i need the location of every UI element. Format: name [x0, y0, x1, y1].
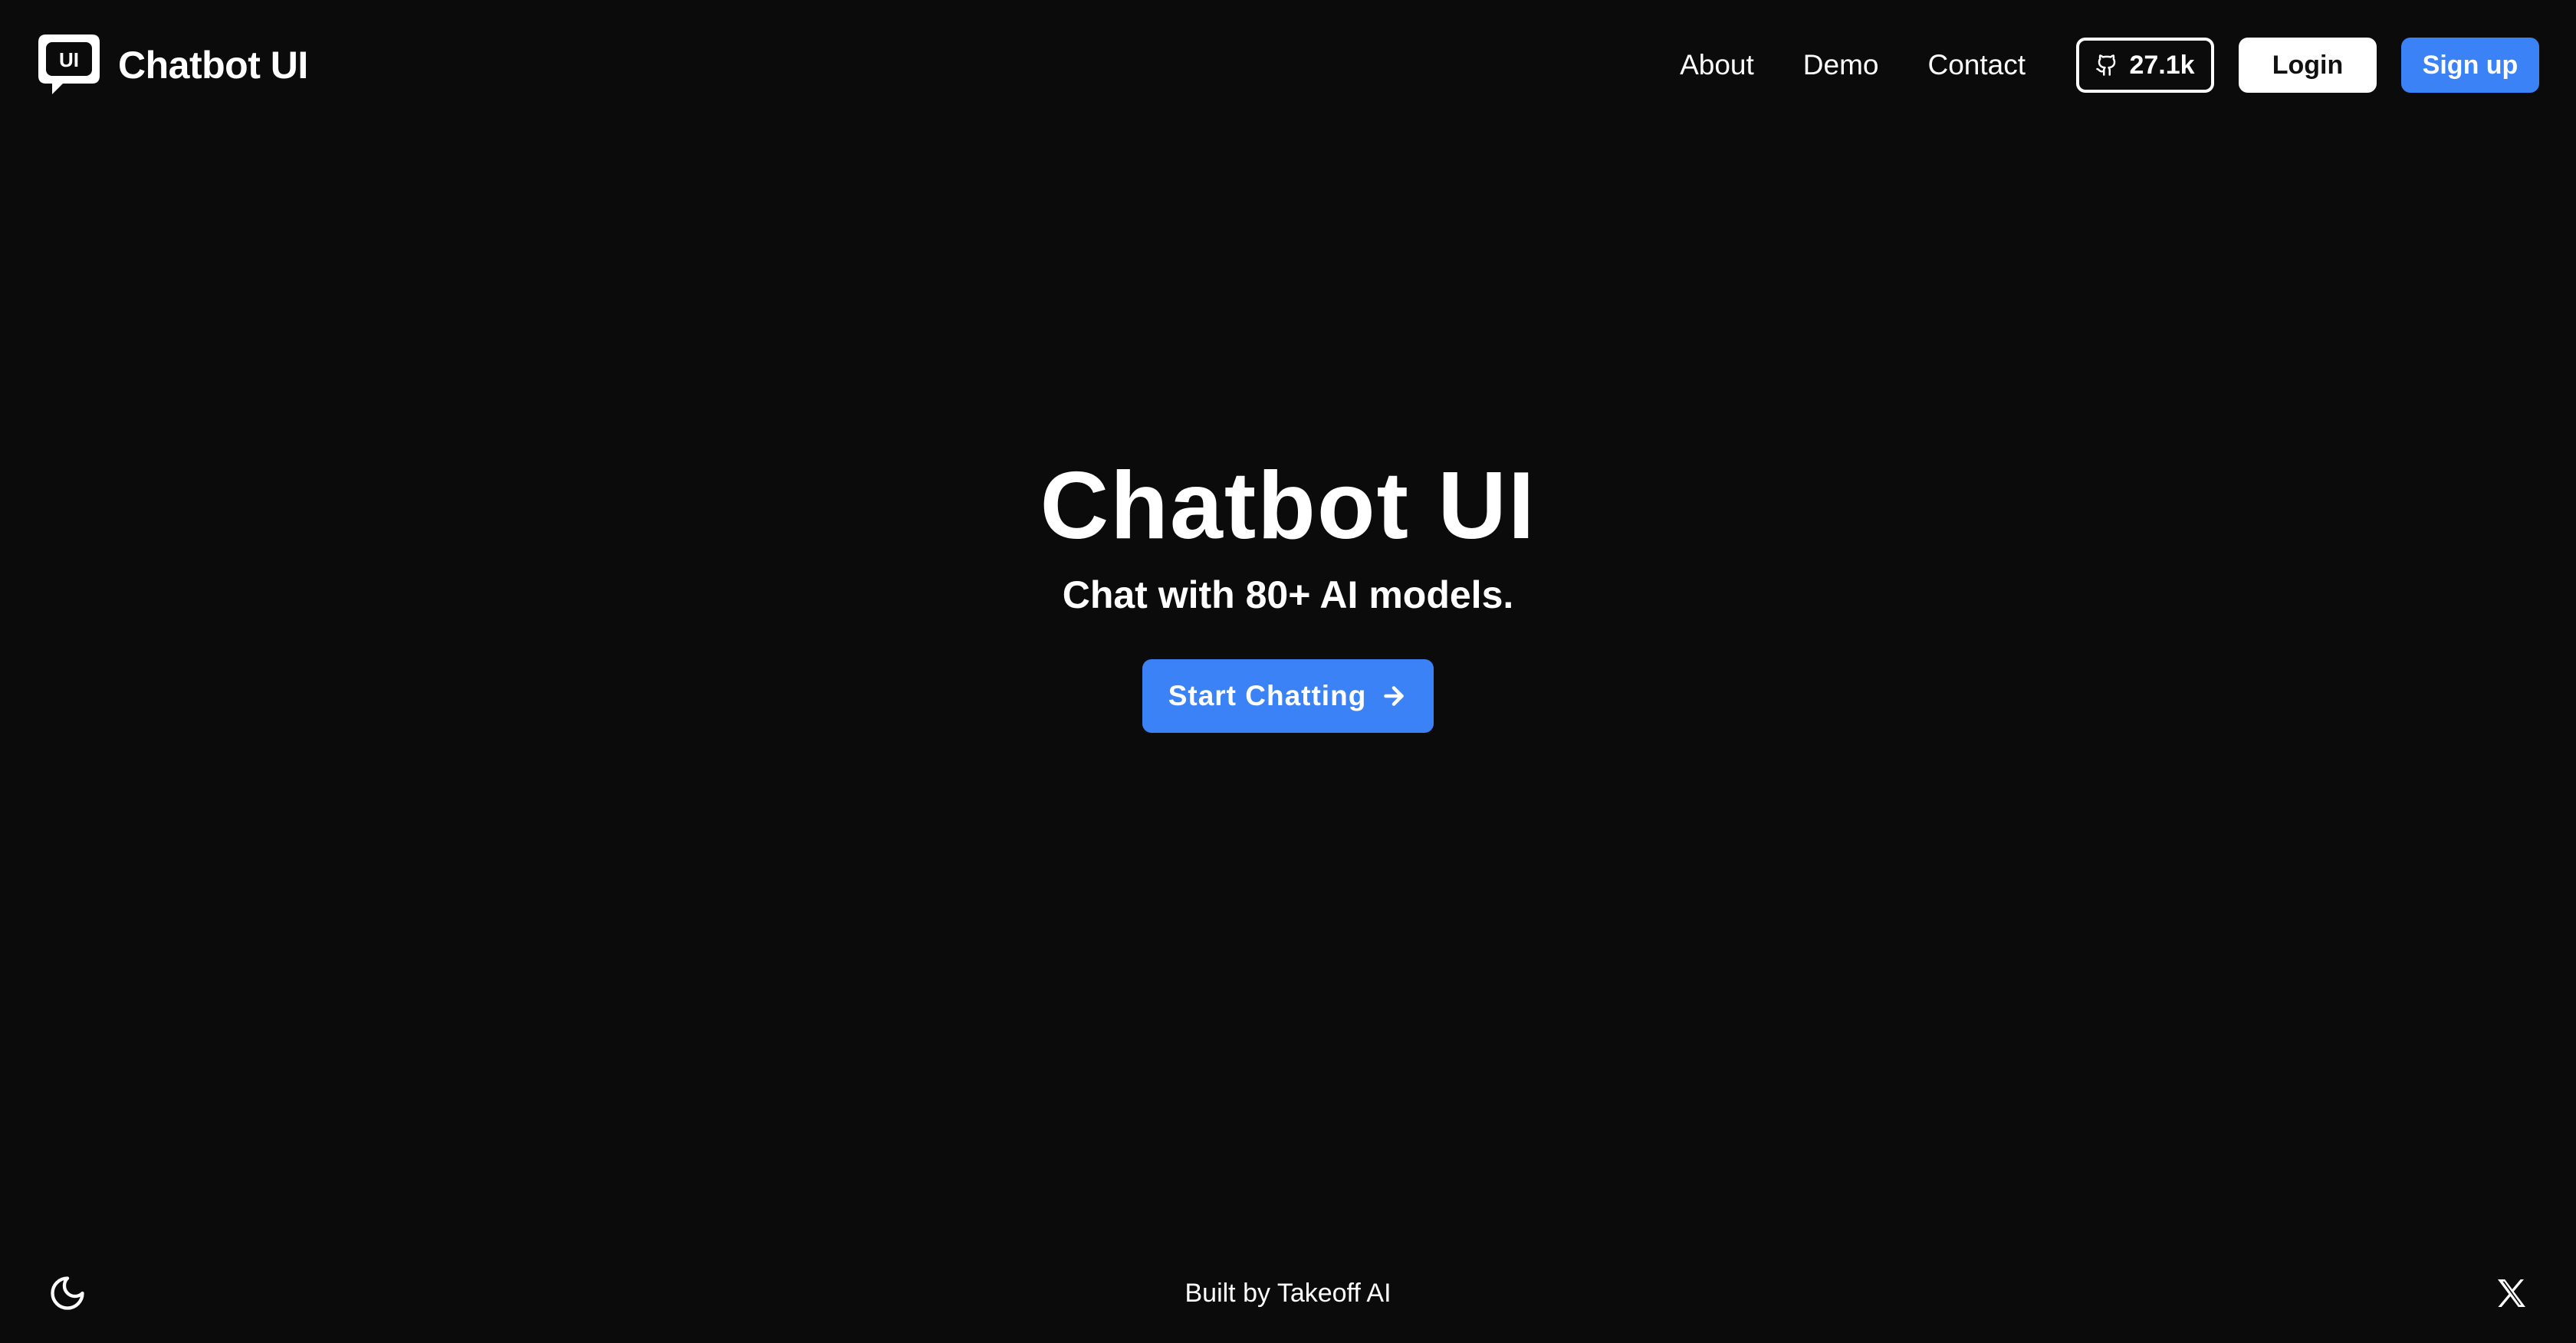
nav-contact-link[interactable]: Contact: [1927, 49, 2026, 81]
login-button[interactable]: Login: [2239, 38, 2377, 93]
chat-bubble-logo-icon: UI: [38, 34, 100, 94]
signup-button[interactable]: Sign up: [2401, 38, 2539, 93]
moon-icon: [51, 1276, 84, 1310]
x-social-link[interactable]: [2490, 1272, 2533, 1315]
footer-credit-text: Built by Takeoff AI: [1184, 1278, 1392, 1308]
arrow-right-icon: [1384, 686, 1405, 706]
page-footer: Built by Takeoff AI: [0, 1243, 2576, 1343]
x-icon: [2498, 1279, 2525, 1307]
github-stars-count: 27.1k: [2129, 50, 2195, 80]
hero-subtitle: Chat with 80+ AI models.: [1062, 573, 1514, 616]
main-nav: About Demo Contact 27.1k Login Sign up: [1680, 38, 2539, 93]
landing-page: UI Chatbot UI About Demo Contact 27.1k L…: [0, 0, 2576, 1343]
nav-demo-link[interactable]: Demo: [1803, 49, 1879, 81]
start-chatting-button[interactable]: Start Chatting: [1142, 659, 1434, 733]
logo-text: UI: [59, 48, 79, 71]
footer-credit: Built by Takeoff AI: [0, 1279, 2576, 1309]
theme-toggle-button[interactable]: [46, 1272, 89, 1315]
start-chatting-label: Start Chatting: [1168, 680, 1367, 711]
brand-link[interactable]: UI Chatbot UI: [35, 31, 308, 99]
github-icon: [2096, 54, 2116, 76]
nav-about-link[interactable]: About: [1680, 49, 1754, 81]
github-stars-button[interactable]: 27.1k: [2076, 38, 2214, 93]
hero-section: Chatbot UI Chat with 80+ AI models. Star…: [0, 452, 2576, 733]
brand-name: Chatbot UI: [118, 44, 308, 87]
hero-title: Chatbot UI: [1040, 453, 1536, 559]
top-navbar: UI Chatbot UI About Demo Contact 27.1k L…: [0, 0, 2576, 130]
